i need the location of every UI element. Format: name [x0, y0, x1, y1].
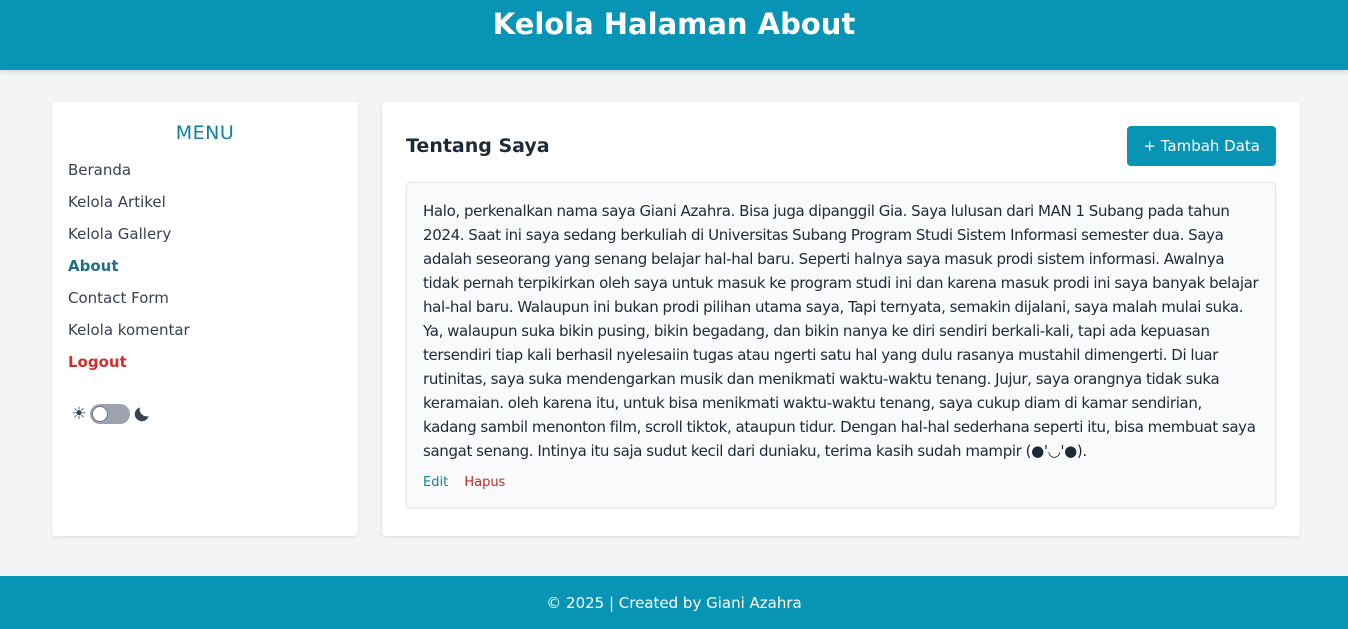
page-header: Kelola Halaman About: [0, 0, 1348, 70]
sidebar-item-about[interactable]: About: [68, 250, 342, 282]
edit-link[interactable]: Edit: [423, 475, 448, 490]
main-panel: Tentang Saya + Tambah Data Halo, perkena…: [382, 102, 1300, 536]
sidebar-item-beranda[interactable]: Beranda: [68, 154, 342, 186]
add-data-button[interactable]: + Tambah Data: [1127, 126, 1276, 166]
sidebar: MENU Beranda Kelola Artikel Kelola Galle…: [52, 102, 358, 536]
footer-text: © 2025 | Created by Giani Azahra: [546, 593, 802, 612]
theme-toggle: ☀: [68, 402, 342, 426]
sidebar-item-contact-form[interactable]: Contact Form: [68, 282, 342, 314]
sidebar-item-kelola-artikel[interactable]: Kelola Artikel: [68, 186, 342, 218]
delete-link[interactable]: Hapus: [464, 475, 505, 490]
section-title: Tentang Saya: [406, 135, 550, 157]
theme-switch-knob: [92, 406, 108, 422]
sidebar-item-kelola-komentar[interactable]: Kelola komentar: [68, 314, 342, 346]
sidebar-item-logout[interactable]: Logout: [68, 346, 342, 378]
menu-title: MENU: [175, 122, 235, 144]
page-title: Kelola Halaman About: [492, 7, 856, 41]
card-actions: Edit Hapus: [423, 473, 1259, 493]
menu-list: Beranda Kelola Artikel Kelola Gallery Ab…: [68, 154, 342, 378]
page-footer: © 2025 | Created by Giani Azahra: [0, 576, 1348, 629]
about-card: Halo, perkenalkan nama saya Giani Azahra…: [406, 182, 1276, 508]
sidebar-item-kelola-gallery[interactable]: Kelola Gallery: [68, 218, 342, 250]
about-text: Halo, perkenalkan nama saya Giani Azahra…: [423, 202, 1259, 460]
theme-switch[interactable]: [90, 404, 130, 424]
main-header: Tentang Saya + Tambah Data: [406, 126, 1276, 166]
moon-icon: [130, 402, 154, 426]
sun-icon: ☀: [71, 404, 87, 424]
